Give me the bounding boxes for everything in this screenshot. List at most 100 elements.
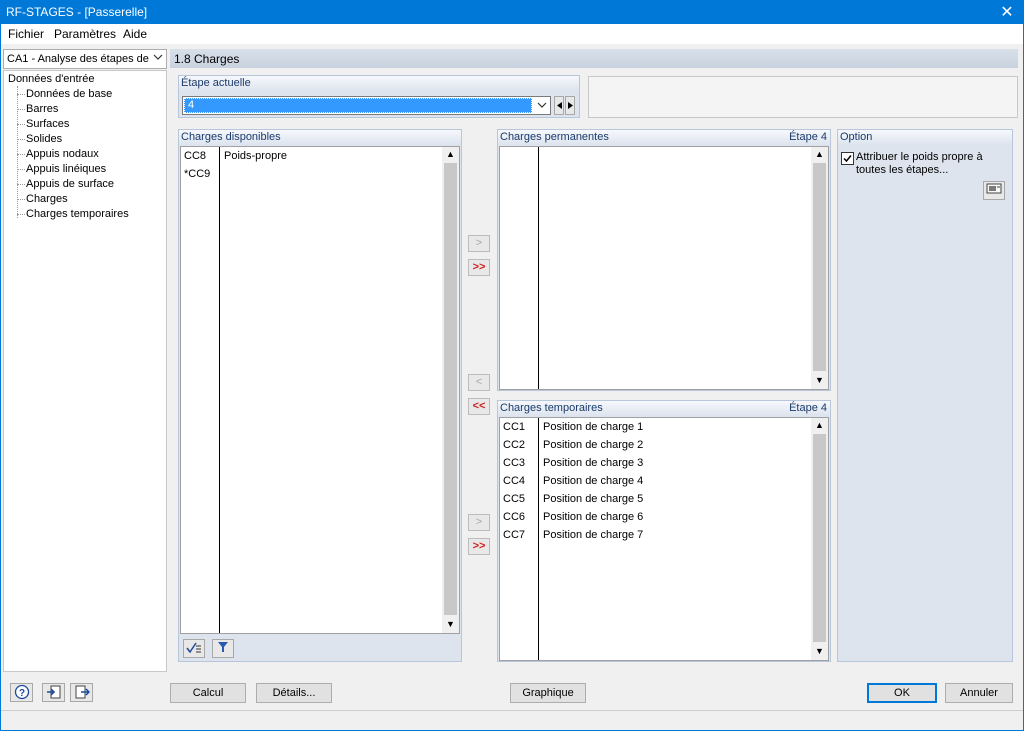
cancel-button[interactable]: Annuler	[945, 683, 1013, 703]
menu-bar: Fichier Paramètres Aide	[1, 24, 1023, 44]
calc-button[interactable]: Calcul	[170, 683, 246, 703]
scrollbar-thumb[interactable]	[813, 163, 826, 371]
option-header: Option	[838, 130, 1012, 145]
check-icon	[843, 155, 852, 163]
scrollbar[interactable]: ▲ ▼	[442, 147, 459, 633]
select-all-icon	[186, 642, 201, 654]
list-item[interactable]: CC7 Position de charge 7	[500, 527, 812, 545]
import-button[interactable]	[42, 683, 65, 702]
scroll-up-icon[interactable]: ▲	[811, 420, 828, 430]
move-right-button[interactable]: >	[468, 235, 490, 252]
scroll-down-icon[interactable]: ▼	[811, 375, 828, 385]
stage-info-box	[588, 76, 1018, 118]
load-code: CC3	[503, 457, 526, 469]
load-code: CC2	[503, 439, 526, 451]
nav-item-surfaces[interactable]: Surfaces	[26, 118, 69, 130]
caret-left-icon	[557, 102, 562, 109]
caret-right-icon	[568, 102, 573, 109]
load-description: Poids-propre	[224, 150, 287, 162]
nav-root[interactable]: Données d'entrée	[8, 73, 95, 85]
list-item[interactable]: CC3 Position de charge 3	[500, 455, 812, 473]
list-item[interactable]: CC2 Position de charge 2	[500, 437, 812, 455]
current-stage-label: Étape actuelle	[181, 77, 251, 89]
list-item[interactable]: CC4 Position de charge 4	[500, 473, 812, 491]
help-button[interactable]: ?	[10, 683, 33, 702]
info-button[interactable]	[983, 181, 1005, 200]
move-all-right-temp-button[interactable]: >>	[468, 538, 490, 555]
scroll-up-icon[interactable]: ▲	[811, 149, 828, 159]
load-code: CC1	[503, 421, 526, 433]
close-icon[interactable]: ✕	[998, 2, 1016, 22]
tree-branch	[17, 124, 25, 125]
load-description: Position de charge 7	[543, 529, 644, 541]
menu-help[interactable]: Aide	[123, 27, 147, 41]
stage-next-button[interactable]	[565, 96, 575, 115]
menu-file[interactable]: Fichier	[8, 27, 44, 41]
scrollbar[interactable]: ▲ ▼	[811, 418, 828, 660]
status-bar	[1, 710, 1023, 730]
nav-item-nodal-supports[interactable]: Appuis nodaux	[26, 148, 99, 160]
stage-prev-button[interactable]	[554, 96, 564, 115]
available-loads-title: Charges disponibles	[181, 131, 281, 143]
export-icon	[75, 685, 90, 699]
details-button[interactable]: Détails...	[256, 683, 332, 703]
temporary-loads-list[interactable]: CC1 Position de charge 1 CC2 Position de…	[499, 417, 829, 661]
filter-button[interactable]	[212, 639, 234, 658]
move-right-temp-button[interactable]: >	[468, 514, 490, 531]
scrollbar-thumb[interactable]	[444, 163, 457, 615]
scrollbar[interactable]: ▲ ▼	[811, 147, 828, 389]
chevron-down-icon	[537, 100, 547, 113]
menu-settings[interactable]: Paramètres	[54, 27, 116, 41]
nav-item-members[interactable]: Barres	[26, 103, 58, 115]
section-title: 1.8 Charges	[174, 52, 240, 66]
option-title: Option	[840, 131, 873, 143]
permanent-loads-list[interactable]: ▲ ▼	[499, 146, 829, 390]
move-all-left-button[interactable]: <<	[468, 398, 490, 415]
move-left-button[interactable]: <	[468, 374, 490, 391]
export-button[interactable]	[70, 683, 93, 702]
svg-text:?: ?	[18, 688, 24, 699]
nav-item-solids[interactable]: Solides	[26, 133, 62, 145]
scroll-up-icon[interactable]: ▲	[442, 149, 459, 159]
nav-item-line-supports[interactable]: Appuis linéiques	[26, 163, 106, 175]
section-header: 1.8 Charges	[170, 49, 1018, 68]
available-loads-group: Charges disponibles CC8 Poids-propre *CC…	[178, 129, 462, 662]
tree-branch	[17, 199, 25, 200]
window-title: RF-STAGES - [Passerelle]	[6, 5, 148, 19]
column-divider	[219, 147, 220, 633]
graphic-button[interactable]: Graphique	[510, 683, 586, 703]
load-description: Position de charge 6	[543, 511, 644, 523]
nav-item-temporary-loads[interactable]: Charges temporaires	[26, 208, 129, 220]
nav-item-loads[interactable]: Charges	[26, 193, 68, 205]
list-item[interactable]: CC8 Poids-propre	[181, 148, 443, 166]
load-description: Position de charge 3	[543, 457, 644, 469]
info-icon	[986, 183, 1002, 194]
column-divider	[538, 147, 539, 389]
available-loads-header: Charges disponibles	[179, 130, 461, 145]
self-weight-checkbox[interactable]	[841, 152, 854, 165]
nav-item-base-data[interactable]: Données de base	[26, 88, 112, 100]
filter-icon	[218, 642, 228, 652]
load-code: CC5	[503, 493, 526, 505]
permanent-loads-group: Charges permanentes Étape 4 ▲ ▼	[497, 129, 831, 391]
select-all-button[interactable]	[183, 639, 205, 658]
stage-select[interactable]: 4	[182, 96, 551, 115]
load-description: Position de charge 2	[543, 439, 644, 451]
list-item[interactable]: *CC9	[181, 166, 443, 184]
scroll-down-icon[interactable]: ▼	[442, 619, 459, 629]
list-item[interactable]: CC6 Position de charge 6	[500, 509, 812, 527]
case-select[interactable]: CA1 - Analyse des étapes de co	[3, 49, 167, 69]
nav-item-surface-supports[interactable]: Appuis de surface	[26, 178, 114, 190]
load-code: CC8	[184, 150, 207, 162]
scrollbar-thumb[interactable]	[813, 434, 826, 642]
ok-button[interactable]: OK	[867, 683, 937, 703]
permanent-loads-title: Charges permanentes	[500, 131, 609, 143]
list-item[interactable]: CC5 Position de charge 5	[500, 491, 812, 509]
list-item[interactable]: CC1 Position de charge 1	[500, 419, 812, 437]
scroll-down-icon[interactable]: ▼	[811, 646, 828, 656]
stage-select-value: 4	[188, 99, 195, 111]
move-all-right-button[interactable]: >>	[468, 259, 490, 276]
load-code: CC7	[503, 529, 526, 541]
available-loads-list[interactable]: CC8 Poids-propre *CC9 ▲ ▼	[180, 146, 460, 634]
load-description: Position de charge 1	[543, 421, 644, 433]
